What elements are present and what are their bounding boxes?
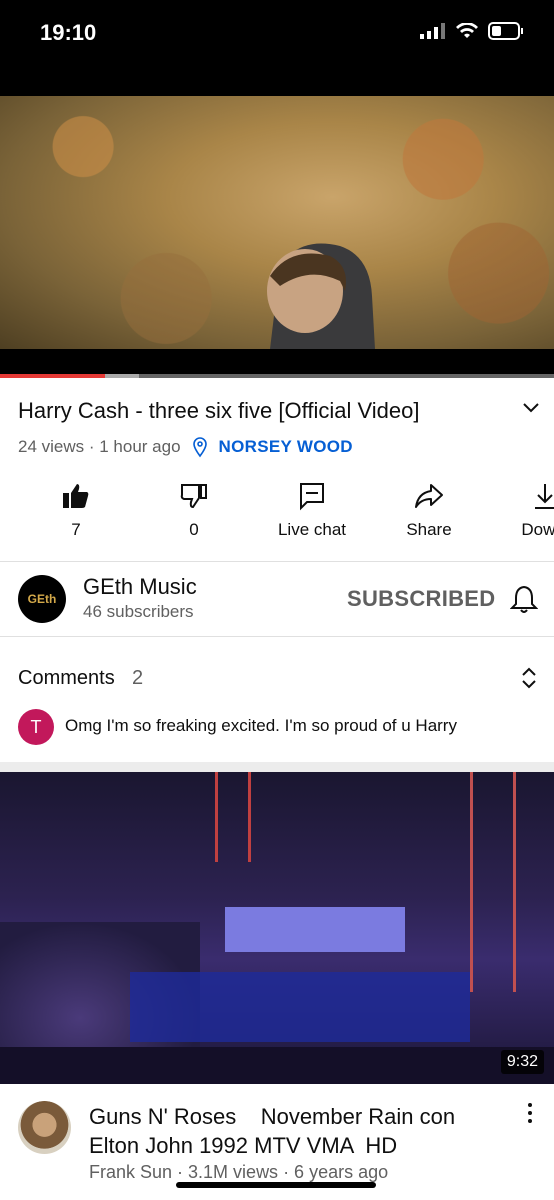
live-chat-icon [300, 483, 324, 511]
video-title[interactable]: Harry Cash - three six five [Official Vi… [18, 396, 508, 426]
download-button[interactable]: Downl [486, 478, 554, 540]
location-link[interactable]: NORSEY WOOD [219, 437, 353, 457]
video-player[interactable] [0, 96, 554, 349]
next-video-title[interactable]: Guns N' Roses November Rain con Elton Jo… [89, 1102, 509, 1160]
next-video-meta: Frank Sun · 3.1M views · 6 years ago [89, 1162, 389, 1182]
subscriber-count: 46 subscribers [83, 602, 194, 621]
status-icons [420, 22, 524, 40]
comments-count: 2 [132, 667, 144, 689]
share-icon [415, 484, 443, 508]
thumbs-up-icon [63, 484, 89, 508]
notification-bell-icon[interactable] [509, 584, 539, 619]
download-icon [535, 484, 554, 509]
expand-description-icon[interactable] [522, 398, 540, 419]
expand-comments-icon[interactable] [519, 666, 539, 695]
comments-heading[interactable]: Comments [18, 667, 115, 690]
status-bar: 19:10 [0, 0, 554, 96]
battery-icon [488, 22, 523, 40]
next-video-thumbnail[interactable] [0, 772, 554, 1084]
subscribed-button[interactable]: SUBSCRIBED [347, 586, 495, 612]
location-pin-icon [192, 437, 207, 458]
home-indicator[interactable] [176, 1182, 376, 1188]
action-row: 7 0 Live chat Share Downl [0, 478, 554, 548]
top-comment-text[interactable]: Omg I'm so freaking excited. I'm so prou… [65, 716, 457, 736]
channel-avatar[interactable]: GEth [18, 575, 66, 623]
dislike-button[interactable]: 0 [135, 478, 253, 540]
channel-name[interactable]: GEth Music [83, 574, 197, 600]
thumbs-down-icon [180, 484, 207, 509]
video-person-figure [267, 243, 375, 349]
like-button[interactable]: 7 [17, 478, 135, 540]
video-progress-bar[interactable] [0, 374, 554, 378]
view-count: 24 views · 1 hour ago [18, 437, 181, 456]
more-options-icon[interactable] [526, 1102, 534, 1130]
video-meta: 24 views · 1 hour ago NORSEY WOOD [18, 436, 353, 458]
next-video-channel-avatar[interactable] [18, 1101, 71, 1154]
commenter-avatar: T [18, 709, 54, 745]
cellular-signal-icon [420, 23, 445, 39]
status-time: 19:10 [40, 20, 97, 45]
live-chat-button[interactable]: Live chat [253, 478, 371, 540]
share-button[interactable]: Share [370, 478, 488, 540]
wifi-icon [456, 23, 478, 38]
video-duration-badge: 9:32 [500, 1050, 544, 1074]
